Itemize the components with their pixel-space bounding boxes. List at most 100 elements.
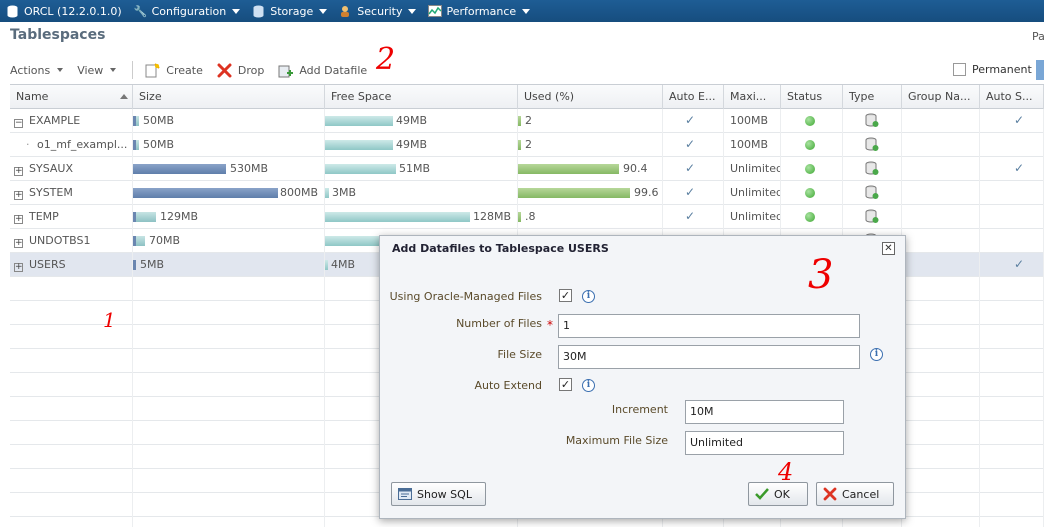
tablespace-type-icon [865,113,879,128]
actions-menu[interactable]: Actions [10,64,64,77]
column-header-label: Maxi... [730,90,767,103]
free-space-cell: 49MB [325,109,518,133]
column-header-name[interactable]: Name [10,85,133,109]
drop-button[interactable]: Drop [217,63,264,78]
expand-icon[interactable]: + [14,167,23,176]
tablespace-name: USERS [29,258,66,271]
info-icon[interactable]: i [870,348,883,361]
expand-icon[interactable]: + [14,239,23,248]
column-header-free-space[interactable]: Free Space [325,85,518,109]
close-icon[interactable]: ✕ [882,242,895,255]
size-bar [133,164,226,174]
tree-connector: · [26,138,30,151]
empty-cell [980,397,1044,421]
table-row[interactable]: + SYSTEM 800MB 3MB 99.6 ✓ Unlimited [10,181,1044,205]
column-header-label: Type [849,90,875,103]
column-header-auto-segment[interactable]: Auto S... [980,85,1044,109]
create-button[interactable]: Create [145,62,203,78]
increment-input[interactable]: 10M [685,400,844,424]
configuration-menu[interactable]: 🔧 Configuration [128,5,247,18]
empty-cell [10,469,133,493]
max-size-value: 100MB [730,114,769,127]
page-corner-link[interactable]: Pa [1032,30,1044,43]
db-target-menu[interactable]: ORCL (12.2.0.1.0) [0,5,128,18]
tablespace-type-icon [865,185,879,200]
name-cell: + TEMP [10,205,133,229]
performance-menu[interactable]: Performance [422,4,536,18]
info-icon[interactable]: i [582,290,595,303]
auto-segment-cell: ✓ [980,157,1044,181]
status-online-icon [805,116,815,126]
size-value: 50MB [143,114,175,127]
show-sql-button[interactable]: Show SQL [391,482,486,506]
annotation-1: 1 [103,308,116,332]
expand-icon[interactable]: + [14,191,23,200]
column-header-used[interactable]: Used (%) [518,85,663,109]
table-row[interactable]: + SYSAUX 530MB 51MB 90.4 ✓ Unlimited ✓ [10,157,1044,181]
status-cell [781,181,843,205]
chevron-down-icon [232,8,241,14]
wrench-icon: 🔧 [133,4,148,18]
empty-cell [10,517,133,527]
column-header-auto-extend[interactable]: Auto E... [663,85,724,109]
security-menu-label: Security [357,4,403,18]
type-cell [843,133,902,157]
free-space-cell: 49MB [325,133,518,157]
filter-toggle-button[interactable] [1036,60,1044,80]
column-header-group-name[interactable]: Group Na... [902,85,980,109]
size-bar [133,260,136,270]
storage-menu-label: Storage [270,4,314,18]
empty-cell [980,469,1044,493]
file-size-input[interactable]: 30M [558,345,860,369]
free-space-cell: 3MB [325,181,518,205]
storage-menu[interactable]: Storage [246,5,333,18]
column-header-size[interactable]: Size [133,85,325,109]
add-datafile-button[interactable]: Add Datafile [278,63,367,78]
column-header-type[interactable]: Type [843,85,902,109]
column-header-max[interactable]: Maxi... [724,85,781,109]
number-of-files-input[interactable]: 1 [558,314,860,338]
table-row[interactable]: + TEMP 129MB 128MB .8 ✓ Unlimited [10,205,1044,229]
security-menu[interactable]: Security [333,5,422,18]
auto-extend-checkbox[interactable]: ✓ [559,378,572,391]
free-space-value: 51MB [399,162,431,175]
table-row[interactable]: o1_mf_exampl... · 50MB 49MB 2 ✓ 100MB [10,133,1044,157]
auto-extend-cell: ✓ [663,157,724,181]
permanent-filter[interactable]: Permanent [953,63,1032,76]
free-space-value: 128MB [473,210,512,223]
empty-cell [133,349,325,373]
tablespace-name: SYSAUX [29,162,73,175]
checkmark-icon: ✓ [685,185,696,199]
info-icon[interactable]: i [582,379,595,392]
tablespace-name: o1_mf_exampl... [37,138,128,151]
expand-icon[interactable]: + [14,263,23,272]
free-space-bar [325,260,328,270]
size-bar [133,236,145,246]
omf-checkbox[interactable]: ✓ [559,289,572,302]
column-header-label: Used (%) [524,90,575,103]
size-bar-used-segment [133,116,136,126]
used-percent-cell: 99.6 [518,181,663,205]
view-menu[interactable]: View [77,64,117,77]
permanent-checkbox[interactable] [953,63,966,76]
type-cell [843,205,902,229]
empty-cell [10,421,133,445]
maximum-file-size-input[interactable]: Unlimited [685,431,844,455]
expand-icon[interactable]: + [14,215,23,224]
cancel-button[interactable]: Cancel [816,482,894,506]
table-row[interactable]: − EXAMPLE 50MB 49MB 2 ✓ 100MB ✓ [10,109,1044,133]
size-bar-used-segment [133,212,136,222]
auto-segment-cell [980,229,1044,253]
auto-segment-cell [980,133,1044,157]
top-nav: ORCL (12.2.0.1.0) 🔧 Configuration Storag… [0,0,1044,22]
size-bar [133,140,139,150]
empty-cell [10,277,133,301]
size-bar [133,188,278,198]
empty-cell [980,517,1044,527]
empty-cell [133,421,325,445]
collapse-icon[interactable]: − [14,119,23,128]
performance-chart-icon [428,4,443,18]
column-header-status[interactable]: Status [781,85,843,109]
name-cell: + UNDOTBS1 [10,229,133,253]
size-bar-used-segment [133,236,136,246]
